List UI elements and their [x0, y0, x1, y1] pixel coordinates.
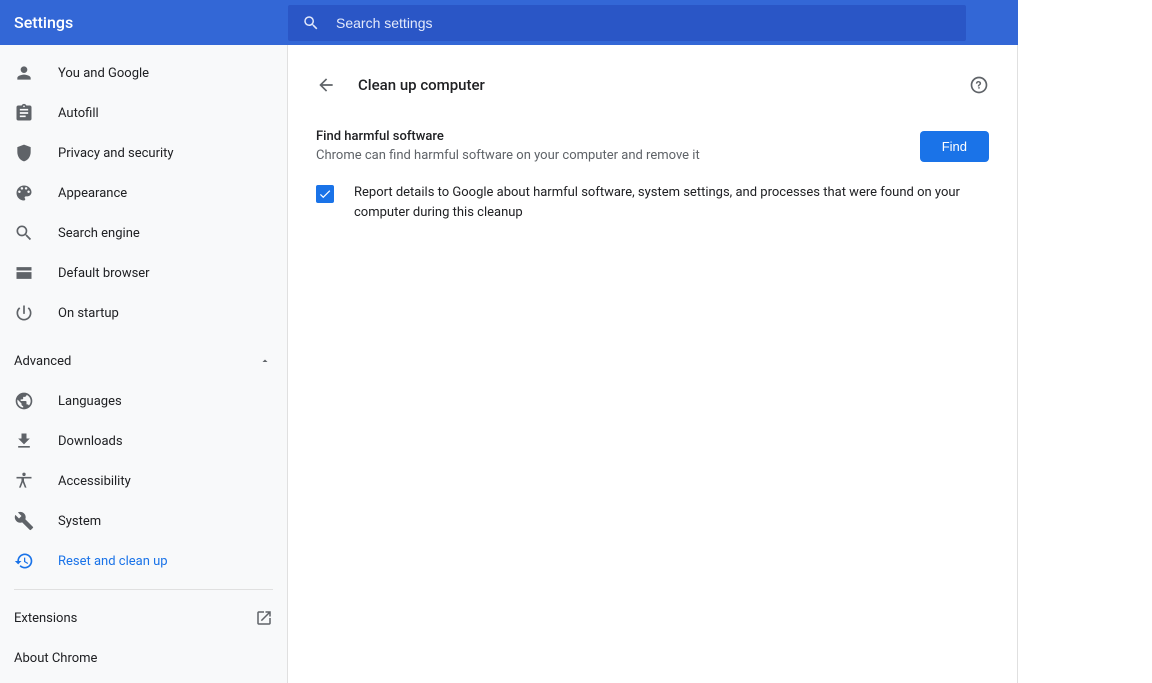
sidebar-item-downloads[interactable]: Downloads [0, 421, 287, 461]
sidebar-about-label: About Chrome [14, 651, 97, 666]
sidebar-item-default-browser[interactable]: Default browser [0, 253, 287, 293]
person-icon [14, 63, 34, 83]
shield-icon [14, 143, 34, 163]
search-icon [14, 223, 34, 243]
check-icon [318, 187, 332, 201]
report-label: Report details to Google about harmful s… [354, 183, 989, 222]
sidebar-item-about-chrome[interactable]: About Chrome [0, 638, 287, 678]
back-button[interactable] [316, 75, 336, 95]
report-row: Report details to Google about harmful s… [316, 171, 989, 234]
sidebar-item-label: Languages [58, 394, 122, 409]
history-icon [14, 551, 34, 571]
sidebar-advanced-label: Advanced [14, 354, 71, 369]
cleanup-card: Find harmful software Chrome can find ha… [316, 121, 989, 234]
find-title: Find harmful software [316, 129, 896, 144]
clipboard-icon [14, 103, 34, 123]
sidebar: You and Google Autofill Privacy and secu… [0, 45, 288, 683]
sidebar-item-label: Autofill [58, 106, 99, 121]
sidebar-item-label: Accessibility [58, 474, 131, 489]
report-checkbox[interactable] [316, 185, 334, 203]
power-icon [14, 303, 34, 323]
sidebar-item-label: You and Google [58, 66, 149, 81]
sidebar-item-label: On startup [58, 306, 119, 321]
wrench-icon [14, 511, 34, 531]
palette-icon [14, 183, 34, 203]
sidebar-item-label: Reset and clean up [58, 554, 168, 569]
sidebar-item-privacy-and-security[interactable]: Privacy and security [0, 133, 287, 173]
sidebar-item-system[interactable]: System [0, 501, 287, 541]
sidebar-item-label: Privacy and security [58, 146, 174, 161]
launch-icon [255, 609, 273, 627]
download-icon [14, 431, 34, 451]
sidebar-item-you-and-google[interactable]: You and Google [0, 53, 287, 93]
content: Clean up computer Find harmful software … [288, 45, 1018, 683]
sidebar-divider [14, 589, 273, 590]
find-subtitle: Chrome can find harmful software on your… [316, 148, 896, 163]
sidebar-item-accessibility[interactable]: Accessibility [0, 461, 287, 501]
page-title: Clean up computer [358, 76, 969, 94]
chevron-up-icon [259, 355, 271, 367]
help-button[interactable] [969, 75, 989, 95]
find-button[interactable]: Find [920, 131, 989, 162]
topbar: Settings [0, 0, 1018, 45]
browser-icon [14, 263, 34, 283]
search-box[interactable] [288, 5, 966, 41]
sidebar-item-extensions[interactable]: Extensions [0, 598, 287, 638]
sidebar-item-languages[interactable]: Languages [0, 381, 287, 421]
sidebar-item-autofill[interactable]: Autofill [0, 93, 287, 133]
find-harmful-row: Find harmful software Chrome can find ha… [316, 121, 989, 171]
sidebar-item-appearance[interactable]: Appearance [0, 173, 287, 213]
sidebar-item-search-engine[interactable]: Search engine [0, 213, 287, 253]
sidebar-item-reset-and-clean-up[interactable]: Reset and clean up [0, 541, 287, 581]
search-input[interactable] [336, 15, 952, 31]
sidebar-item-label: System [58, 514, 101, 529]
content-header: Clean up computer [316, 61, 989, 109]
sidebar-item-label: Search engine [58, 226, 140, 241]
sidebar-extensions-label: Extensions [14, 611, 77, 626]
sidebar-item-label: Default browser [58, 266, 150, 281]
app-title: Settings [0, 13, 288, 32]
sidebar-item-on-startup[interactable]: On startup [0, 293, 287, 333]
sidebar-item-label: Downloads [58, 434, 123, 449]
search-icon [302, 14, 320, 32]
sidebar-item-label: Appearance [58, 186, 127, 201]
globe-icon [14, 391, 34, 411]
sidebar-advanced-toggle[interactable]: Advanced [0, 341, 287, 381]
accessibility-icon [14, 471, 34, 491]
